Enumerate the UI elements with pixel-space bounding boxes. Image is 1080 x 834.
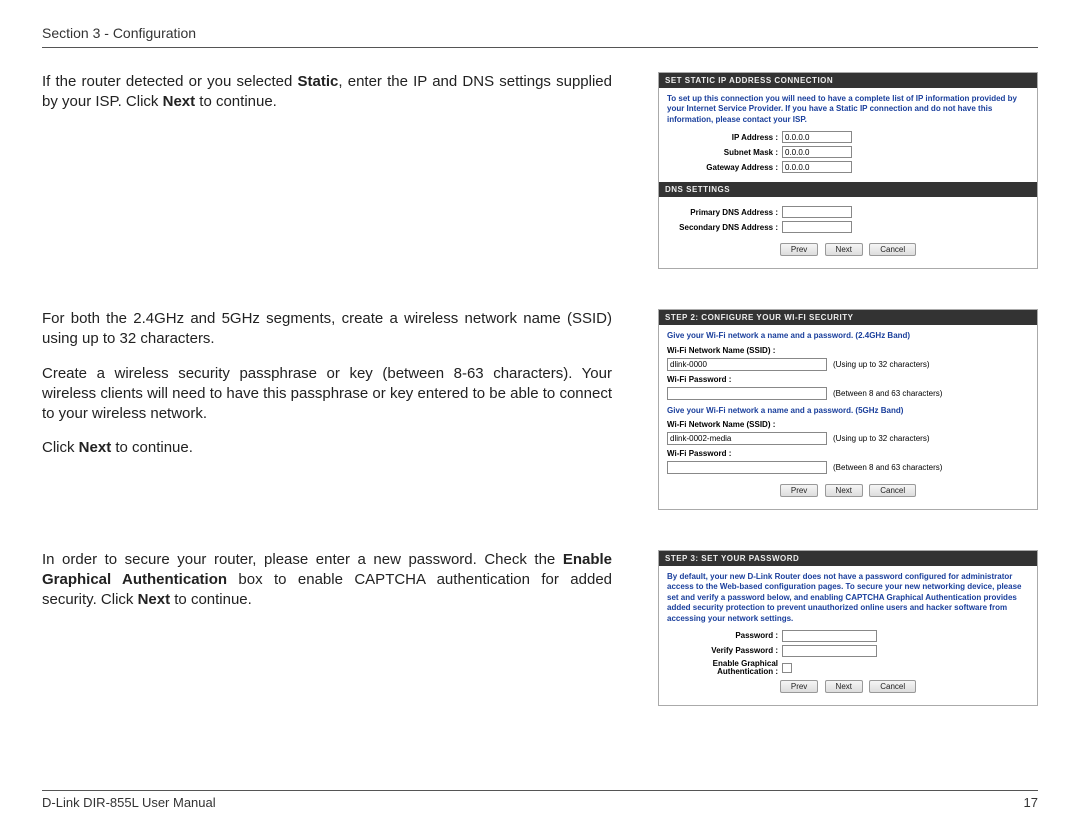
pw24-label: Wi-Fi Password :: [667, 375, 1029, 384]
p3e: to continue.: [170, 591, 252, 608]
mask-label: Subnet Mask :: [667, 148, 782, 157]
next-button[interactable]: Next: [825, 484, 863, 497]
page-header: Section 3 - Configuration: [42, 25, 1038, 48]
cancel-button[interactable]: Cancel: [869, 680, 916, 693]
cancel-button[interactable]: Cancel: [869, 484, 916, 497]
prev-button[interactable]: Prev: [780, 484, 818, 497]
p2-3a: Click: [42, 439, 79, 456]
pw24-input[interactable]: [667, 387, 827, 400]
sdns-input[interactable]: [782, 221, 852, 233]
ip-label: IP Address :: [667, 133, 782, 142]
head-5: Give your Wi-Fi network a name and a pas…: [667, 406, 1029, 416]
prev-button[interactable]: Prev: [780, 680, 818, 693]
shot3-note: By default, your new D-Link Router does …: [667, 572, 1029, 624]
shot3-title: STEP 3: SET YOUR PASSWORD: [659, 551, 1037, 566]
footer-manual: D-Link DIR-855L User Manual: [42, 795, 216, 810]
t1b: Static: [298, 73, 339, 90]
pdns-input[interactable]: [782, 206, 852, 218]
dns-title: DNS SETTINGS: [659, 182, 1037, 197]
footer-page: 17: [1024, 795, 1038, 810]
screenshot-wifi: STEP 2: CONFIGURE YOUR WI-FI SECURITY Gi…: [658, 309, 1038, 510]
screenshot-static-ip: SET STATIC IP ADDRESS CONNECTION To set …: [658, 72, 1038, 269]
gw-input[interactable]: [782, 161, 852, 173]
p3a: In order to secure your router, please e…: [42, 551, 563, 568]
t1a: If the router detected or you selected: [42, 73, 298, 90]
prev-button[interactable]: Prev: [780, 243, 818, 256]
verify-password-input[interactable]: [782, 645, 877, 657]
mask-input[interactable]: [782, 146, 852, 158]
text-password: In order to secure your router, please e…: [42, 550, 612, 625]
ip-input[interactable]: [782, 131, 852, 143]
pw5-hint: (Between 8 and 63 characters): [833, 463, 942, 472]
p2-3b: Next: [79, 439, 112, 456]
ssid5-label: Wi-Fi Network Name (SSID) :: [667, 420, 1029, 429]
t1e: to continue.: [195, 93, 277, 110]
shot1-note: To set up this connection you will need …: [667, 94, 1029, 125]
gw-label: Gateway Address :: [667, 163, 782, 172]
pdns-label: Primary DNS Address :: [667, 208, 782, 217]
block-password: In order to secure your router, please e…: [42, 550, 1038, 706]
shot1-title: SET STATIC IP ADDRESS CONNECTION: [659, 73, 1037, 88]
enable-graphical-checkbox[interactable]: [782, 663, 792, 673]
p2-3c: to continue.: [111, 439, 193, 456]
screenshot-password: STEP 3: SET YOUR PASSWORD By default, yo…: [658, 550, 1038, 706]
section-label: Section 3 - Configuration: [42, 25, 196, 41]
text-static-ip: If the router detected or you selected S…: [42, 72, 612, 127]
ssid5-hint: (Using up to 32 characters): [833, 434, 930, 443]
ssid24-hint: (Using up to 32 characters): [833, 360, 930, 369]
cancel-button[interactable]: Cancel: [869, 243, 916, 256]
block-wifi: For both the 2.4GHz and 5GHz segments, c…: [42, 309, 1038, 510]
p3d: Next: [138, 591, 171, 608]
page-footer: D-Link DIR-855L User Manual 17: [42, 790, 1038, 810]
shot2-title: STEP 2: CONFIGURE YOUR WI-FI SECURITY: [659, 310, 1037, 325]
pw5-input[interactable]: [667, 461, 827, 474]
vpw-label: Verify Password :: [667, 646, 782, 655]
p2-2: Create a wireless security passphrase or…: [42, 364, 612, 425]
pw24-hint: (Between 8 and 63 characters): [833, 389, 942, 398]
ssid24-label: Wi-Fi Network Name (SSID) :: [667, 346, 1029, 355]
p2-1: For both the 2.4GHz and 5GHz segments, c…: [42, 309, 612, 350]
ssid24-input[interactable]: [667, 358, 827, 371]
ssid5-input[interactable]: [667, 432, 827, 445]
t1d: Next: [163, 93, 196, 110]
next-button[interactable]: Next: [825, 243, 863, 256]
password-input[interactable]: [782, 630, 877, 642]
ega-label: Enable Graphical Authentication :: [667, 660, 782, 676]
block-static-ip: If the router detected or you selected S…: [42, 72, 1038, 269]
text-wifi: For both the 2.4GHz and 5GHz segments, c…: [42, 309, 612, 473]
pw5-label: Wi-Fi Password :: [667, 449, 1029, 458]
next-button[interactable]: Next: [825, 680, 863, 693]
sdns-label: Secondary DNS Address :: [667, 223, 782, 232]
pw-label: Password :: [667, 631, 782, 640]
head-24: Give your Wi-Fi network a name and a pas…: [667, 331, 1029, 341]
